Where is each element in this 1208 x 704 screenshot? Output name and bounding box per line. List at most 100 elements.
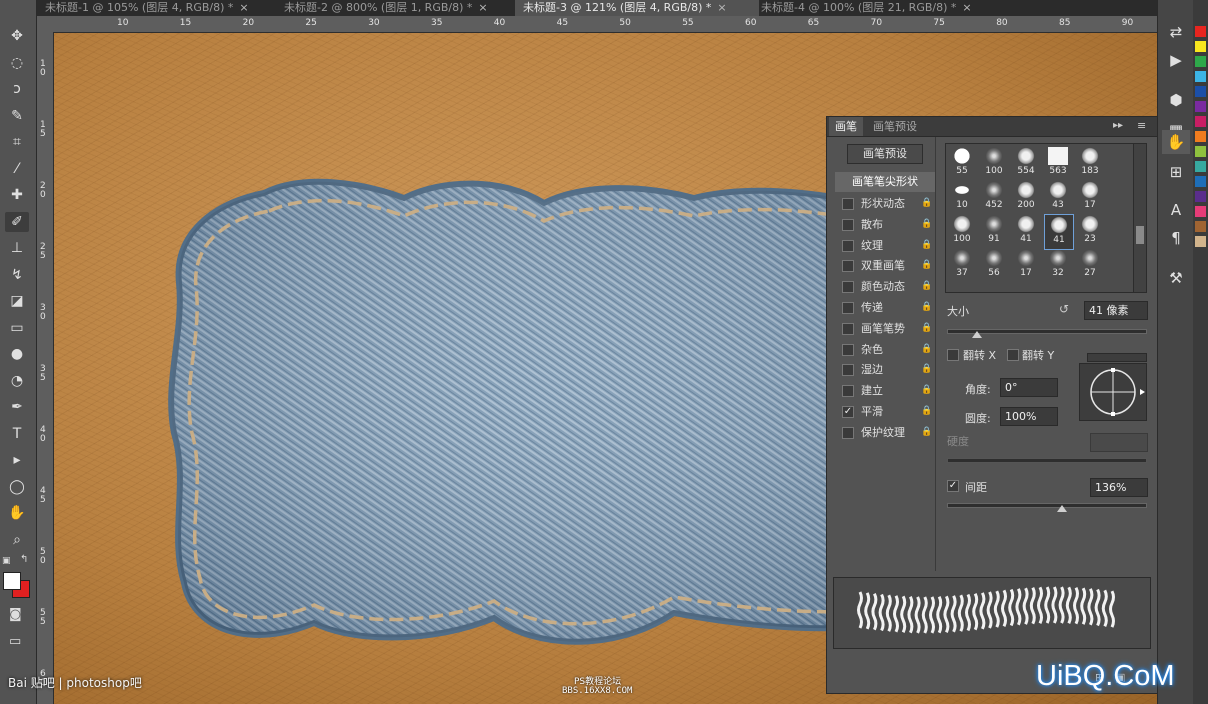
color-swatch[interactable]: [1195, 116, 1206, 127]
color-swatch[interactable]: [1195, 131, 1206, 142]
brush-tip[interactable]: 10: [948, 180, 976, 214]
brush-tip-shape-item[interactable]: 画笔笔尖形状: [835, 172, 935, 192]
actions-play-icon[interactable]: ▶: [1162, 48, 1190, 72]
lock-icon[interactable]: 🔒: [921, 381, 932, 400]
size-field[interactable]: 41 像素: [1084, 301, 1148, 320]
close-tab-icon[interactable]: ×: [717, 1, 726, 14]
default-colors-icon[interactable]: ▣: [2, 556, 11, 566]
close-tab-icon[interactable]: ×: [962, 1, 971, 14]
color-swatch[interactable]: [1195, 56, 1206, 67]
lock-icon[interactable]: 🔒: [921, 194, 932, 213]
color-swatch[interactable]: [1195, 41, 1206, 52]
spacing-field[interactable]: 136%: [1090, 478, 1148, 497]
spacing-slider-thumb[interactable]: [1056, 505, 1067, 512]
collapse-icon[interactable]: ▸▸: [1113, 120, 1123, 131]
lock-icon[interactable]: 🔒: [921, 319, 932, 338]
option-checkbox[interactable]: ✓: [842, 406, 854, 418]
brush-option-item[interactable]: 颜色动态 🔒: [835, 277, 935, 296]
color-swatch[interactable]: [1195, 176, 1206, 187]
tool-presets-icon[interactable]: ⚒: [1162, 266, 1190, 290]
tip-grid-scrollbar[interactable]: [1133, 143, 1147, 293]
brush-tip[interactable]: 27: [1076, 248, 1104, 282]
hand-tool-icon[interactable]: ✋: [5, 503, 29, 523]
brush-tip[interactable]: 100: [948, 214, 976, 248]
tab-brush-presets[interactable]: 画笔预设: [867, 117, 923, 136]
color-swatch[interactable]: [1195, 236, 1206, 247]
healing-brush-tool-icon[interactable]: ✚: [5, 185, 29, 205]
spacing-checkbox[interactable]: ✓: [947, 480, 959, 492]
document-tab[interactable]: 未标题-4 @ 100% (图层 21, RGB/8) * ×: [753, 0, 991, 16]
color-swatch[interactable]: [1195, 161, 1206, 172]
brush-option-item[interactable]: 杂色 🔒: [835, 340, 935, 359]
angle-field[interactable]: 0°: [1000, 378, 1058, 397]
lock-icon[interactable]: 🔒: [921, 423, 932, 442]
color-swatch[interactable]: [1195, 146, 1206, 157]
brush-tip[interactable]: 41: [1012, 214, 1040, 248]
lock-icon[interactable]: 🔒: [921, 215, 932, 234]
close-tab-icon[interactable]: ×: [239, 1, 248, 14]
panel-menu-icon[interactable]: ≡: [1137, 119, 1146, 132]
brush-angle-preview[interactable]: [1079, 363, 1147, 421]
foreground-color-swatch[interactable]: [3, 572, 21, 590]
spacing-slider[interactable]: [947, 503, 1147, 508]
close-tab-icon[interactable]: ×: [478, 1, 487, 14]
type-tool-icon[interactable]: T: [5, 424, 29, 444]
marquee-tool-icon[interactable]: ◌: [5, 53, 29, 73]
option-checkbox[interactable]: [842, 260, 854, 273]
ellipse-tool-icon[interactable]: ◯: [5, 477, 29, 497]
brush-tip[interactable]: 37: [948, 248, 976, 282]
color-swatch[interactable]: [1195, 206, 1206, 217]
brush-presets-button[interactable]: 画笔预设: [847, 144, 923, 164]
history-icon[interactable]: ⇄: [1162, 20, 1190, 44]
brush-tip[interactable]: 91: [980, 214, 1008, 248]
clone-stamp-tool-icon[interactable]: ⊥: [5, 238, 29, 258]
document-tab-active[interactable]: 未标题-3 @ 121% (图层 4, RGB/8) * ×: [515, 0, 759, 16]
brush-option-item[interactable]: 形状动态 🔒: [835, 194, 935, 213]
brush-tip[interactable]: 452: [980, 180, 1008, 214]
eyedropper-tool-icon[interactable]: ⁄: [5, 159, 29, 179]
color-swatch[interactable]: [1195, 101, 1206, 112]
brush-tip[interactable]: 100: [980, 146, 1008, 180]
tab-brush[interactable]: 画笔: [829, 117, 863, 136]
brush-tip[interactable]: 563: [1044, 146, 1072, 180]
brush-tip[interactable]: 55: [948, 146, 976, 180]
brush-tip[interactable]: 554: [1012, 146, 1040, 180]
color-swatch[interactable]: [1195, 221, 1206, 232]
move-tool-icon[interactable]: ✥: [5, 26, 29, 46]
blur-tool-icon[interactable]: ●: [5, 344, 29, 364]
brush-option-item[interactable]: 保护纹理 🔒: [835, 423, 935, 442]
option-checkbox[interactable]: [842, 218, 854, 231]
eraser-tool-icon[interactable]: ◪: [5, 291, 29, 311]
lock-icon[interactable]: 🔒: [921, 236, 932, 255]
option-checkbox[interactable]: [842, 364, 854, 377]
option-checkbox[interactable]: [842, 426, 854, 439]
brush-tip[interactable]: 17: [1076, 180, 1104, 214]
pen-tool-icon[interactable]: ✒: [5, 397, 29, 417]
character-icon[interactable]: A: [1162, 198, 1190, 222]
lock-icon[interactable]: 🔒: [921, 402, 932, 421]
size-slider-thumb[interactable]: [971, 331, 982, 338]
option-checkbox[interactable]: [842, 198, 854, 210]
gradient-tool-icon[interactable]: ▭: [5, 318, 29, 338]
option-checkbox[interactable]: [842, 322, 854, 335]
quick-mask-icon[interactable]: ◙: [9, 607, 22, 622]
document-tab[interactable]: 未标题-2 @ 800% (图层 1, RGB/8) * ×: [276, 0, 521, 16]
screen-mode-icon[interactable]: ▭: [9, 634, 21, 649]
color-swatch[interactable]: [1195, 71, 1206, 82]
3d-icon[interactable]: ⬢: [1162, 88, 1190, 112]
brush-tip[interactable]: 56: [980, 248, 1008, 282]
history-brush-tool-icon[interactable]: ↯: [5, 265, 29, 285]
quick-select-tool-icon[interactable]: ✎: [5, 106, 29, 126]
brush-tip[interactable]: 200: [1012, 180, 1040, 214]
brush-tip[interactable]: 17: [1012, 248, 1040, 282]
zoom-tool-icon[interactable]: ⌕: [5, 530, 29, 550]
brush-tip[interactable]: 23: [1076, 214, 1104, 248]
paragraph-icon[interactable]: ¶: [1162, 226, 1190, 250]
brush-option-item[interactable]: ✓ 平滑 🔒: [835, 402, 935, 421]
flip-x-checkbox[interactable]: [947, 349, 959, 361]
dodge-tool-icon[interactable]: ◔: [5, 371, 29, 391]
lock-icon[interactable]: 🔒: [921, 360, 932, 379]
option-checkbox[interactable]: [842, 302, 854, 314]
brush-tip[interactable]: 43: [1044, 180, 1072, 214]
color-swatch[interactable]: [1195, 86, 1206, 97]
